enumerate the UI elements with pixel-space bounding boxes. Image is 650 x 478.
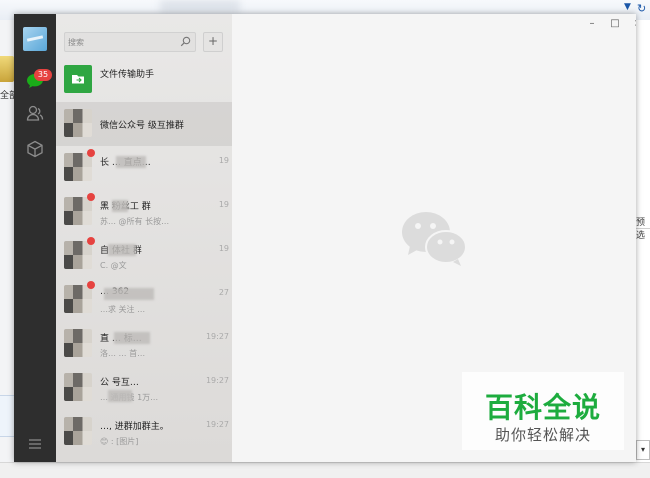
- blur-overlay: [108, 390, 132, 402]
- chat-name: 长 … 直点…: [100, 158, 151, 168]
- background-blurred-title: [160, 0, 240, 14]
- background-dropdown-arrow-icon[interactable]: ▼: [624, 2, 631, 12]
- add-chat-button[interactable]: +: [203, 32, 223, 52]
- minimize-button[interactable]: –: [584, 16, 600, 32]
- chat-item[interactable]: 黑 粉丝工 群 苏… @所有 长按… 19: [56, 190, 232, 234]
- search-box: [64, 32, 196, 52]
- group-avatar: [64, 241, 92, 269]
- chat-name: …, 进群加群主。: [100, 422, 169, 432]
- chat-item[interactable]: … 362 …求 关注 … 27: [56, 278, 232, 322]
- favorites-tab[interactable]: [14, 134, 56, 164]
- unread-dot: [87, 281, 95, 289]
- blur-overlay: [112, 200, 128, 212]
- chat-name: 公 号互…: [100, 378, 139, 388]
- watermark-subtitle: 助你轻松解决: [494, 426, 591, 444]
- background-folder-icon: [0, 56, 14, 82]
- contacts-tab[interactable]: [14, 98, 56, 128]
- chat-item[interactable]: 微信公众号 级互推群: [56, 102, 232, 146]
- chat-time: 19: [218, 200, 229, 209]
- background-panel: [0, 395, 14, 437]
- contacts-icon: [26, 105, 44, 121]
- unread-dot: [87, 193, 95, 201]
- chat-item[interactable]: 直 … 标… 洛… … 首… 19:27: [56, 322, 232, 366]
- wechat-logo-icon: [402, 212, 467, 266]
- group-avatar: [64, 109, 92, 137]
- chat-time: 19:27: [205, 332, 229, 341]
- group-avatar: [64, 373, 92, 401]
- chat-preview: 苏… @所有 长按…: [100, 217, 170, 226]
- nav-sidebar: 35: [14, 14, 56, 462]
- hamburger-icon: [29, 439, 41, 449]
- blur-overlay: [104, 288, 154, 300]
- blur-overlay: [108, 244, 136, 256]
- chat-name: 微信公众号 级互推群: [100, 121, 184, 131]
- menu-button[interactable]: [14, 429, 56, 459]
- group-avatar: [64, 329, 92, 357]
- background-divider: [636, 228, 650, 229]
- chat-time: 27: [218, 288, 229, 297]
- background-statusbar: [0, 462, 650, 478]
- chat-item-file-transfer[interactable]: 文件传输助手: [56, 58, 232, 102]
- chat-time: 19: [218, 244, 229, 253]
- unread-badge: 35: [34, 69, 52, 81]
- user-avatar[interactable]: [23, 27, 47, 51]
- background-dropdown-button[interactable]: ▾: [636, 440, 650, 460]
- group-avatar: [64, 153, 92, 181]
- background-refresh-icon[interactable]: ↻: [637, 2, 646, 15]
- background-right-pane: [636, 20, 650, 477]
- blur-overlay: [114, 332, 150, 344]
- chat-time: 19:27: [205, 420, 229, 429]
- unread-dot: [87, 149, 95, 157]
- chat-name: 文件传输助手: [100, 70, 155, 80]
- folder-icon: [72, 75, 84, 84]
- chat-preview: 洛… … 首…: [100, 349, 146, 358]
- group-avatar: [64, 417, 92, 445]
- watermark-title: 百科全说: [484, 391, 601, 424]
- blur-overlay: [116, 156, 146, 168]
- chat-time: 19: [218, 156, 229, 165]
- chat-time: 19:27: [205, 376, 229, 385]
- chat-preview: …求 关注 …: [100, 305, 146, 314]
- watermark-logo: 百科全说 助你轻松解决: [462, 372, 624, 450]
- chat-list-panel: + 文件传输助手 微信公众号 级互推群 长 … 直点… 19: [56, 14, 232, 462]
- maximize-button[interactable]: □: [607, 16, 623, 32]
- chat-item[interactable]: 自 体社 群 C. @文 19: [56, 234, 232, 278]
- close-button[interactable]: ×: [630, 16, 636, 32]
- chat-preview: 😊 : [图片]: [100, 437, 139, 446]
- cube-icon: [27, 140, 43, 158]
- unread-dot: [87, 237, 95, 245]
- chat-item[interactable]: …, 进群加群主。 😊 : [图片] 19:27: [56, 410, 232, 454]
- chat-item[interactable]: 公 号互… … 通用钱 1万… 19:27: [56, 366, 232, 410]
- chat-preview: C. @文: [100, 261, 127, 270]
- group-avatar: [64, 197, 92, 225]
- chat-item[interactable]: 长 … 直点… 19: [56, 146, 232, 190]
- search-icon[interactable]: [180, 36, 191, 47]
- file-transfer-avatar: [64, 65, 92, 93]
- search-input[interactable]: [68, 33, 173, 51]
- group-avatar: [64, 285, 92, 313]
